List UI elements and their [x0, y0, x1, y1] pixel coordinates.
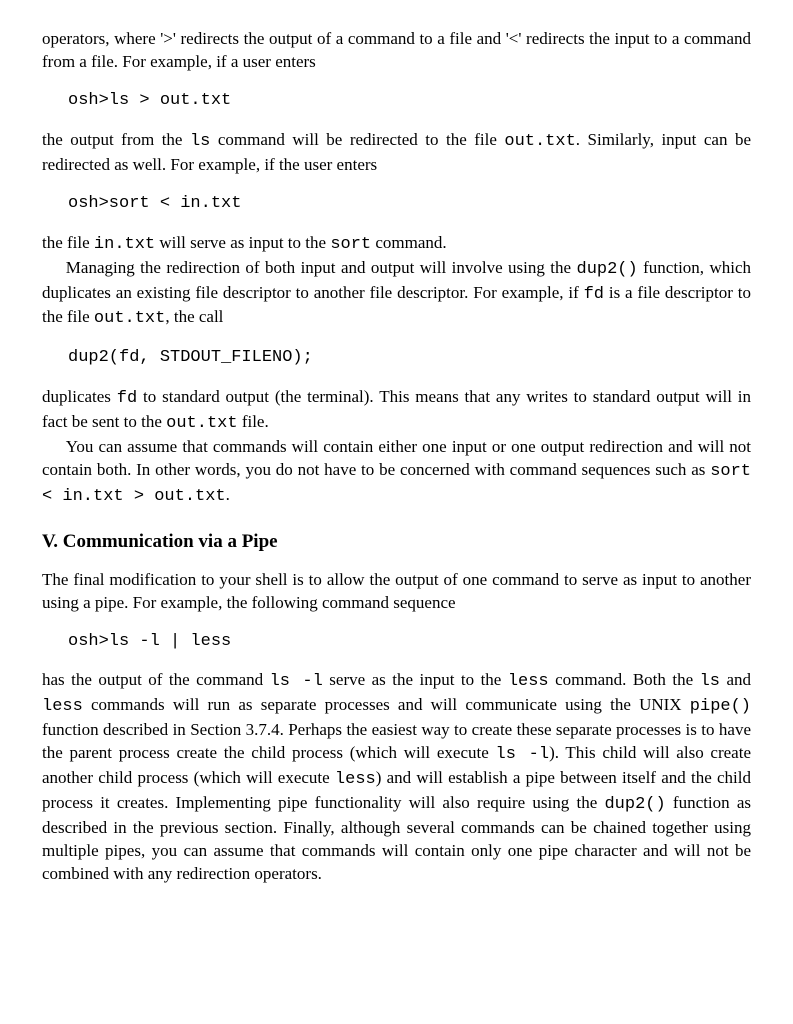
code-inline: dup2() — [604, 795, 665, 814]
code-inline: less — [42, 697, 83, 716]
code-inline: dup2() — [577, 260, 638, 279]
code-inline: sort — [330, 235, 371, 254]
code-inline: out.txt — [94, 309, 165, 328]
text: serve as the input to the — [323, 670, 508, 689]
text: to standard output (the terminal). This … — [42, 387, 751, 431]
paragraph: operators, where '>' redirects the outpu… — [42, 28, 751, 74]
text: file. — [238, 412, 269, 431]
code-inline: fd — [584, 285, 604, 304]
code-inline: out.txt — [166, 414, 237, 433]
code-inline: less — [508, 672, 549, 691]
paragraph: the output from the ls command will be r… — [42, 129, 751, 177]
text: command will be redirected to the file — [210, 130, 504, 149]
text: duplicates — [42, 387, 117, 406]
text: commands will run as separate processes … — [83, 695, 639, 714]
text: has the output of the command — [42, 670, 270, 689]
text: command. Both the — [549, 670, 700, 689]
text: command. — [371, 233, 447, 252]
text: the output from the — [42, 130, 190, 149]
paragraph: has the output of the command ls -l serv… — [42, 669, 751, 885]
paragraph: duplicates fd to standard output (the te… — [42, 386, 751, 436]
text: the file — [42, 233, 94, 252]
text: Managing the redirection of both input a… — [66, 258, 577, 277]
code-inline: fd — [117, 389, 137, 408]
code-inline: ls — [700, 672, 720, 691]
paragraph: Managing the redirection of both input a… — [42, 257, 751, 332]
text: . — [226, 485, 230, 504]
code-inline: out.txt — [504, 132, 575, 151]
code-inline: ls -l — [270, 672, 323, 691]
code-inline: ls — [190, 132, 210, 151]
code-block: osh>ls -l | less — [68, 631, 751, 654]
paragraph: the file in.txt will serve as input to t… — [42, 232, 751, 257]
code-inline: pipe() — [690, 697, 751, 716]
code-inline: less — [335, 770, 376, 789]
paragraph: You can assume that commands will contai… — [42, 436, 751, 509]
small-caps: UNIX — [639, 695, 682, 714]
text: The final modification to your shell is … — [42, 570, 751, 612]
paragraph: The final modification to your shell is … — [42, 569, 751, 615]
text — [682, 695, 690, 714]
code-block: osh>ls > out.txt — [68, 90, 751, 113]
code-block: osh>sort < in.txt — [68, 193, 751, 216]
text: will serve as input to the — [155, 233, 330, 252]
text: and — [720, 670, 751, 689]
code-inline: in.txt — [94, 235, 155, 254]
code-block: dup2(fd, STDOUT_FILENO); — [68, 347, 751, 370]
section-heading: V. Communication via a Pipe — [42, 529, 751, 555]
text: , the call — [165, 307, 223, 326]
text: operators, where '>' redirects the outpu… — [42, 29, 751, 71]
text: You can assume that commands will contai… — [42, 437, 751, 479]
code-inline: ls -l — [496, 745, 550, 764]
